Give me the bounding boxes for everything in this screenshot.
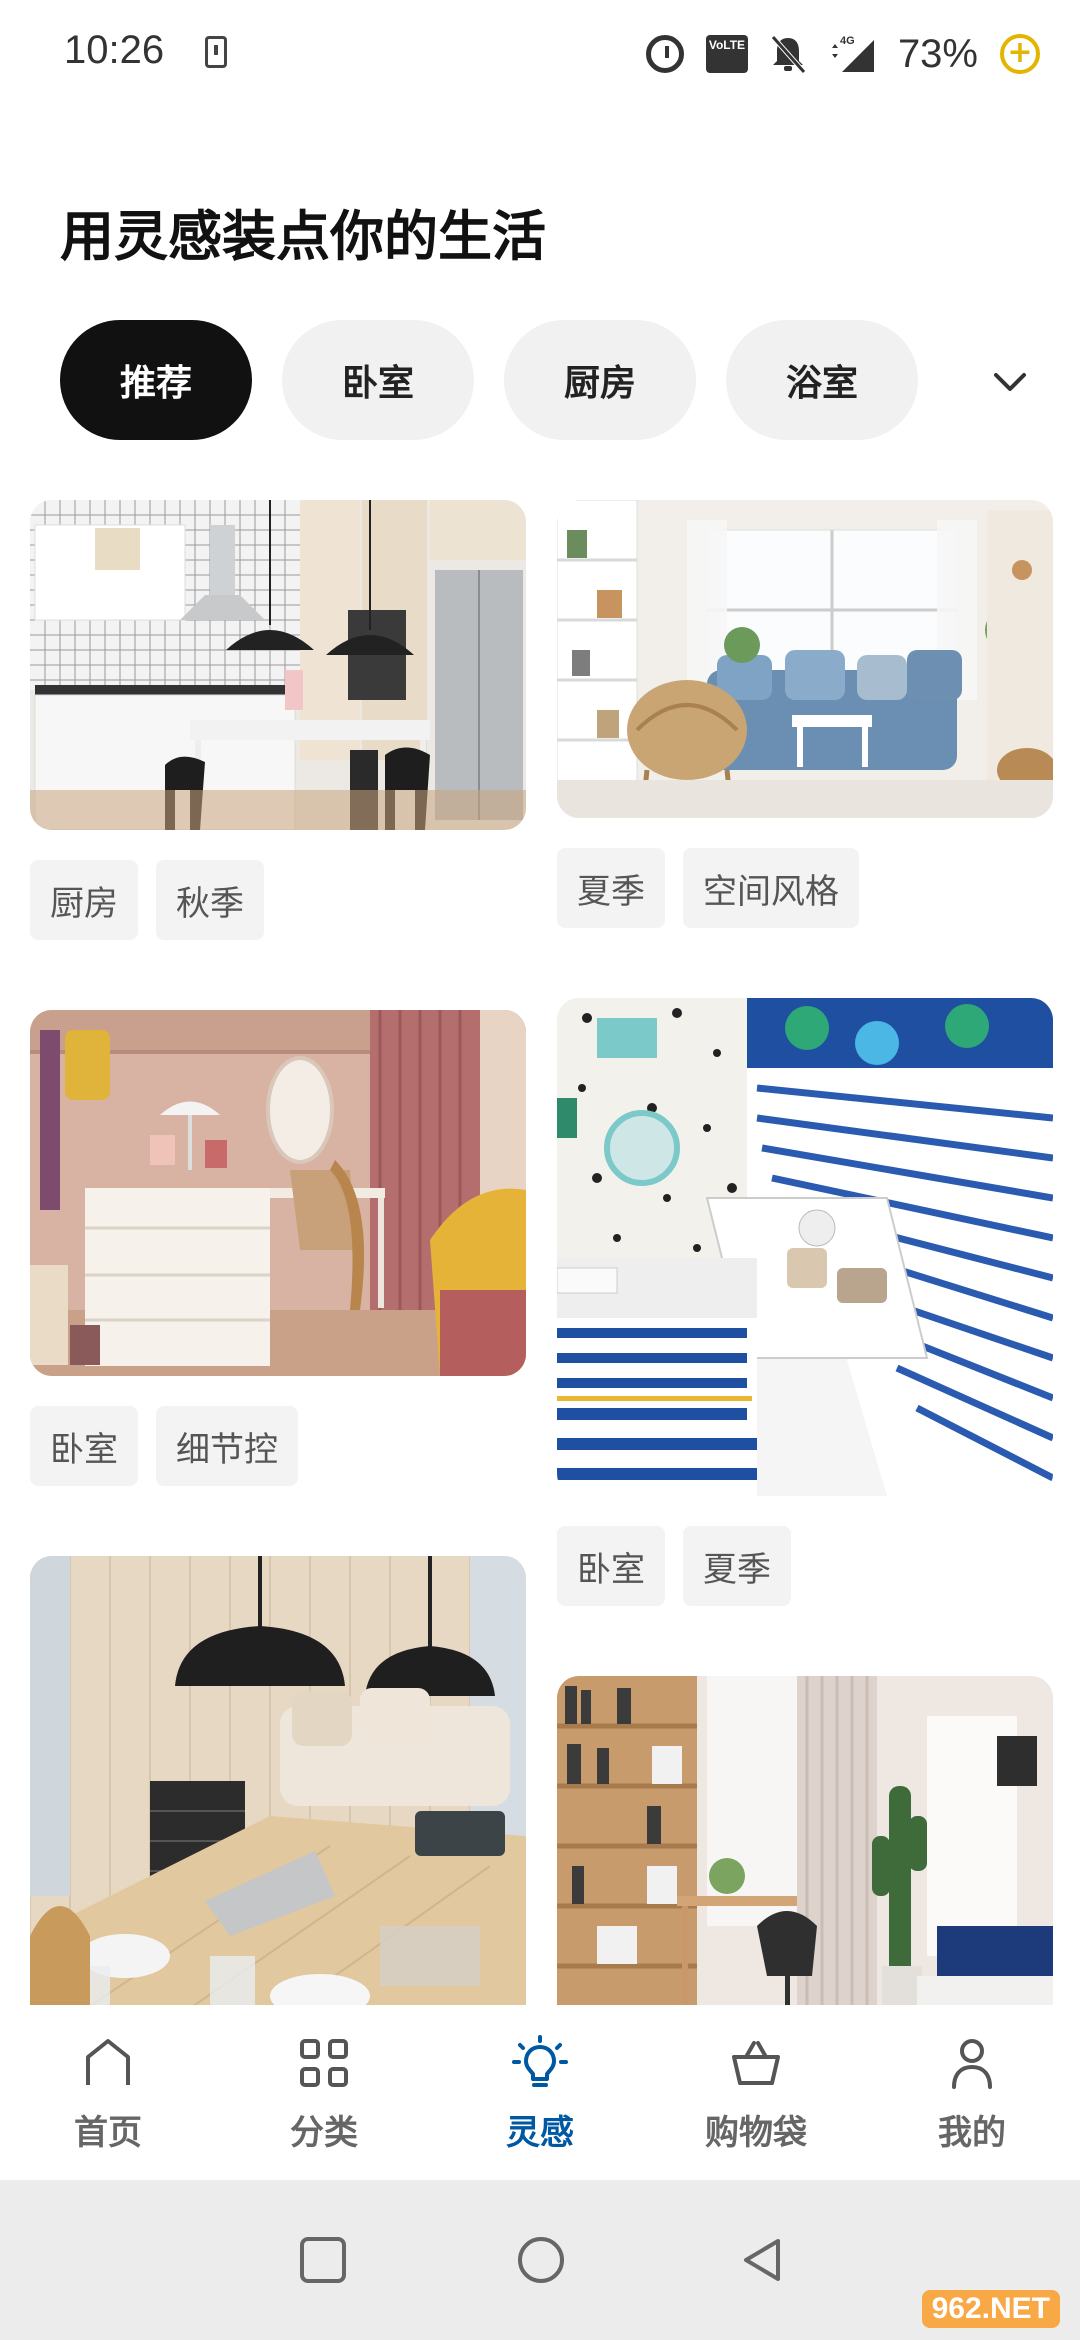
inspiration-feed[interactable]: 厨房 秋季 卧室 细节控 夏季 空间风格 卧室 夏季 xyxy=(0,500,1080,2005)
download-notification-icon xyxy=(205,36,227,68)
kitchen-photo[interactable] xyxy=(30,500,526,830)
recent-apps-icon[interactable] xyxy=(298,2235,348,2285)
tag[interactable]: 细节控 xyxy=(156,1406,298,1486)
home-icon xyxy=(86,2039,130,2085)
status-bar: 10:26 VoLTE 4G 73% + xyxy=(0,0,1080,110)
lightbulb-icon xyxy=(512,2035,568,2087)
home-button-icon[interactable] xyxy=(516,2235,566,2285)
watermark-logo: 962.NET xyxy=(921,2290,1060,2328)
category-icon xyxy=(300,2039,348,2087)
inspiration-card[interactable]: 夏季 空间风格 xyxy=(557,500,1053,928)
kids-bedroom-photo[interactable] xyxy=(557,998,1053,1496)
status-icons: VoLTE 4G 73% + xyxy=(645,26,1040,82)
nav-home[interactable]: 首页 xyxy=(0,2005,216,2180)
battery-percent: 73% xyxy=(897,31,978,76)
shopping-bag-icon xyxy=(732,2041,780,2085)
chip-bathroom[interactable]: 浴室 xyxy=(726,320,918,440)
chip-bedroom[interactable]: 卧室 xyxy=(282,320,474,440)
page-title: 用灵感装点你的生活 xyxy=(60,205,546,268)
system-navigation-bar xyxy=(0,2180,1080,2340)
profile-icon xyxy=(952,2039,992,2089)
volte-icon: VoLTE xyxy=(705,35,748,73)
vanity-bedroom-photo[interactable] xyxy=(30,1010,526,1376)
bottom-navigation: 首页 分类 灵感 购物袋 我的 xyxy=(0,2005,1080,2180)
nav-label: 我的 xyxy=(938,2113,1006,2153)
inspiration-card[interactable]: 厨房 秋季 xyxy=(30,500,526,940)
tag[interactable]: 秋季 xyxy=(156,860,264,940)
feed-column-right: 夏季 空间风格 卧室 夏季 xyxy=(557,500,1053,2005)
nav-category[interactable]: 分类 xyxy=(216,2005,432,2180)
alarm-icon xyxy=(645,35,684,73)
nav-label: 分类 xyxy=(290,2113,358,2153)
card-tags: 卧室 细节控 xyxy=(30,1406,526,1486)
nav-inspiration[interactable]: 灵感 xyxy=(432,2005,648,2180)
card-tags: 夏季 空间风格 xyxy=(557,848,1053,928)
nav-label: 灵感 xyxy=(506,2113,574,2153)
tag[interactable]: 空间风格 xyxy=(683,848,859,928)
nav-label: 首页 xyxy=(74,2113,142,2153)
feed-column-left: 厨房 秋季 卧室 细节控 xyxy=(30,500,526,2005)
inspiration-card[interactable]: 卧室 细节控 xyxy=(30,1010,526,1486)
battery-saver-icon: + xyxy=(1000,34,1040,74)
tag[interactable]: 夏季 xyxy=(557,848,665,928)
card-tags: 厨房 秋季 xyxy=(30,860,526,940)
chevron-down-icon[interactable] xyxy=(990,362,1030,402)
nav-shopping-bag[interactable]: 购物袋 xyxy=(648,2005,864,2180)
chip-kitchen[interactable]: 厨房 xyxy=(504,320,696,440)
chip-recommended[interactable]: 推荐 xyxy=(60,320,252,440)
bell-off-icon xyxy=(771,35,806,74)
inspiration-card[interactable] xyxy=(557,1676,1053,2005)
nav-profile[interactable]: 我的 xyxy=(864,2005,1080,2180)
tag[interactable]: 厨房 xyxy=(30,860,138,940)
living-room-photo[interactable] xyxy=(557,500,1053,818)
tag[interactable]: 夏季 xyxy=(683,1526,791,1606)
dining-room-photo[interactable] xyxy=(30,1556,526,2005)
signal-icon: 4G xyxy=(831,35,874,72)
nav-label: 购物袋 xyxy=(705,2113,807,2153)
status-time: 10:26 xyxy=(64,28,165,72)
network-type: 4G xyxy=(840,35,855,47)
inspiration-card[interactable] xyxy=(30,1556,526,2005)
study-bedroom-photo[interactable] xyxy=(557,1676,1053,2005)
tag[interactable]: 卧室 xyxy=(557,1526,665,1606)
back-icon[interactable] xyxy=(738,2235,788,2285)
card-tags: 卧室 夏季 xyxy=(557,1526,1053,1606)
tag[interactable]: 卧室 xyxy=(30,1406,138,1486)
inspiration-card[interactable]: 卧室 夏季 xyxy=(557,998,1053,1606)
category-chips: 推荐 卧室 厨房 浴室 xyxy=(60,320,918,440)
